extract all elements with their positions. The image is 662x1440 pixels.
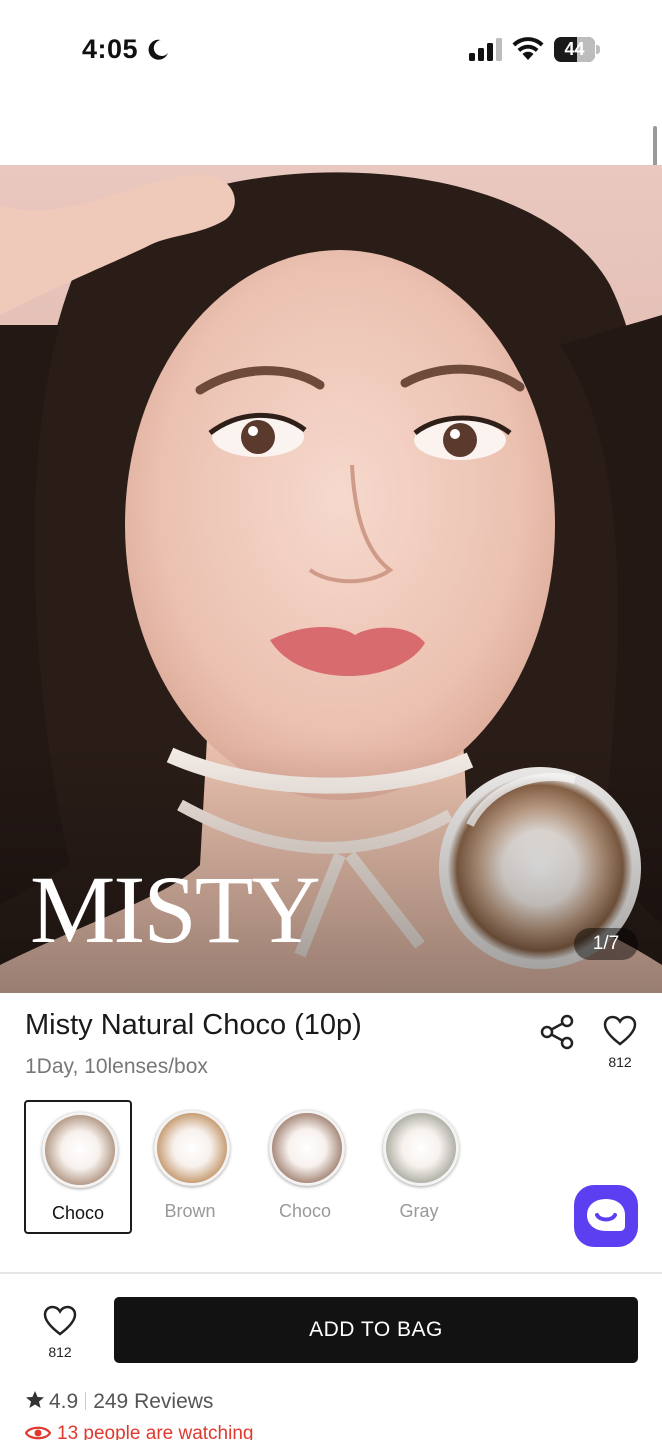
moon-icon bbox=[148, 39, 168, 60]
wifi-icon bbox=[512, 37, 544, 60]
chat-support-button[interactable] bbox=[574, 1185, 638, 1247]
heart-icon bbox=[603, 1015, 637, 1046]
battery-icon: 44 bbox=[554, 37, 600, 62]
watching-notice: 13 people are watching bbox=[25, 1423, 253, 1440]
variant-label: Choco bbox=[278, 1201, 332, 1221]
product-title: Misty Natural Choco (10p) bbox=[25, 1009, 362, 1041]
wishlist-button-top[interactable]: 812 bbox=[598, 1015, 642, 1075]
section-divider bbox=[0, 1272, 662, 1274]
status-time: 4:05 bbox=[82, 34, 139, 64]
variant-option[interactable]: Brown bbox=[138, 1100, 246, 1234]
rating-summary[interactable]: 4.9 249 Reviews bbox=[25, 1390, 213, 1418]
rating-separator bbox=[85, 1392, 87, 1410]
variant-label: Brown bbox=[164, 1201, 216, 1221]
image-page-indicator: 1/7 bbox=[574, 928, 638, 960]
lens-swatch bbox=[42, 1112, 118, 1188]
lens-swatch bbox=[269, 1110, 345, 1186]
wishlist-count: 812 bbox=[608, 1054, 632, 1070]
battery-level: 44 bbox=[564, 39, 585, 59]
cellular-signal-icon bbox=[469, 38, 502, 61]
lens-swatch bbox=[383, 1110, 459, 1186]
variant-option[interactable]: Choco bbox=[253, 1100, 361, 1234]
watching-text: 13 people are watching bbox=[57, 1423, 254, 1440]
variant-label: Gray bbox=[399, 1201, 439, 1221]
add-to-bag-button[interactable]: ADD TO BAG bbox=[114, 1297, 638, 1363]
hero-brand-text: MISTY bbox=[30, 856, 321, 963]
wishlist-button-bottom[interactable]: 812 bbox=[38, 1305, 82, 1365]
share-icon[interactable] bbox=[538, 1013, 576, 1051]
wishlist-count: 812 bbox=[48, 1344, 72, 1360]
color-variant-selector: Choco Brown Choco Gray bbox=[24, 1100, 484, 1236]
status-bar: 4:05 44 bbox=[0, 0, 662, 100]
rating-value: 4.9 bbox=[49, 1390, 79, 1413]
variant-option[interactable]: Gray bbox=[367, 1100, 475, 1234]
lens-swatch bbox=[154, 1110, 230, 1186]
star-icon bbox=[26, 1391, 44, 1408]
product-subtitle: 1Day, 10lenses/box bbox=[25, 1055, 208, 1078]
chat-icon bbox=[587, 1199, 625, 1231]
heart-icon bbox=[43, 1305, 77, 1336]
variant-label: Choco bbox=[51, 1203, 105, 1223]
variant-option[interactable]: Choco bbox=[24, 1100, 132, 1234]
review-count[interactable]: 249 Reviews bbox=[93, 1390, 213, 1413]
eye-icon bbox=[25, 1426, 51, 1440]
